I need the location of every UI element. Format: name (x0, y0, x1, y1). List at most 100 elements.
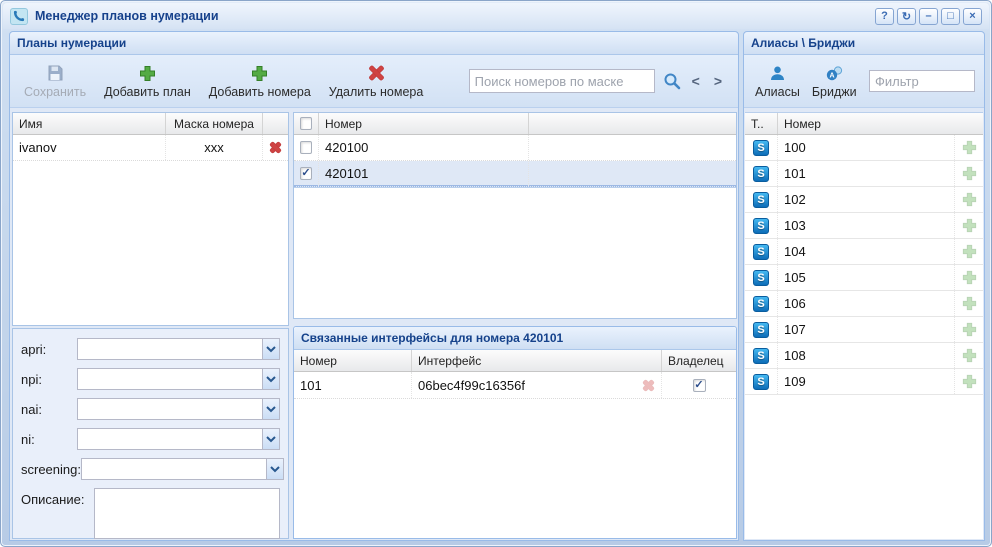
add-alias-icon[interactable] (962, 218, 977, 233)
select-all-checkbox[interactable] (300, 117, 312, 130)
alias-number: 108 (778, 343, 955, 368)
apri-combobox (77, 338, 280, 360)
sip-type-icon: S (753, 374, 769, 390)
owner-checkbox[interactable] (693, 379, 706, 392)
aliases-button[interactable]: Алиасы (749, 61, 806, 102)
window-help-button[interactable]: ? (875, 8, 894, 25)
screening-dropdown-button[interactable] (267, 458, 284, 480)
unlink-interface-icon[interactable] (642, 379, 655, 392)
alias-row[interactable]: S 103 (745, 213, 983, 239)
add-alias-cell (955, 213, 983, 238)
alias-row[interactable]: S 105 (745, 265, 983, 291)
add-alias-icon[interactable] (962, 270, 977, 285)
number-row[interactable]: 420100 (294, 135, 736, 161)
nai-input[interactable] (77, 398, 263, 420)
alias-number: 107 (778, 317, 955, 342)
titlebar: Менеджер планов нумерации ?↻–□× (3, 3, 989, 29)
prev-page-button[interactable]: < (689, 73, 703, 89)
description-textarea[interactable] (94, 488, 280, 539)
window-close-button[interactable]: × (963, 8, 982, 25)
apri-dropdown-button[interactable] (263, 338, 280, 360)
delete-numbers-label: Удалить номера (329, 85, 424, 99)
number-row-filler (529, 161, 736, 186)
add-alias-cell (955, 161, 983, 186)
interfaces-grid-rows: 101 06bec4f99c16356f (294, 372, 736, 399)
number-value: 420100 (319, 135, 529, 160)
alias-row[interactable]: S 102 (745, 187, 983, 213)
column-header-number[interactable]: Номер (319, 113, 529, 134)
filter-input[interactable] (869, 70, 975, 92)
add-plan-label: Добавить план (104, 85, 191, 99)
search-icon[interactable] (663, 72, 681, 90)
sip-type-icon: S (753, 244, 769, 260)
ni-dropdown-button[interactable] (263, 428, 280, 450)
alias-row[interactable]: S 104 (745, 239, 983, 265)
next-page-button[interactable]: > (711, 73, 725, 89)
column-header-name[interactable]: Имя (13, 113, 166, 134)
window-minimize-button[interactable]: – (919, 8, 938, 25)
alias-number: 103 (778, 213, 955, 238)
alias-row[interactable]: S 100 (745, 135, 983, 161)
add-alias-icon[interactable] (962, 244, 977, 259)
column-header-interface[interactable]: Интерфейс (412, 350, 662, 371)
npi-dropdown-button[interactable] (263, 368, 280, 390)
sip-type-icon: S (753, 296, 769, 312)
add-plan-button[interactable]: Добавить план (95, 61, 200, 102)
aliases-grid-header: Т.. Номер (745, 113, 983, 135)
alias-type-cell: S (745, 343, 778, 368)
search-input[interactable] (469, 69, 655, 93)
ni-label: ni: (21, 428, 77, 447)
interface-number: 101 (294, 372, 412, 398)
column-header-number[interactable]: Номер (294, 350, 412, 371)
window-title: Менеджер планов нумерации (35, 9, 219, 23)
bridges-label: Бриджи (812, 85, 857, 99)
interface-id-cell: 06bec4f99c16356f (412, 372, 662, 398)
add-alias-icon[interactable] (962, 140, 977, 155)
bridges-button[interactable]: A Бриджи (806, 61, 863, 102)
save-label: Сохранить (24, 85, 86, 99)
apri-input[interactable] (77, 338, 263, 360)
add-alias-icon[interactable] (962, 192, 977, 207)
column-header-owner[interactable]: Владелец (662, 350, 736, 371)
numbers-grid-rows: 420100 420101 (294, 135, 736, 187)
add-alias-cell (955, 239, 983, 264)
column-header-number[interactable]: Номер (778, 113, 983, 134)
plan-name: ivanov (13, 135, 166, 160)
alias-number: 101 (778, 161, 955, 186)
ni-input[interactable] (77, 428, 263, 450)
add-alias-icon[interactable] (962, 374, 977, 389)
column-header-mask[interactable]: Маска номера (166, 113, 263, 134)
alias-row[interactable]: S 108 (745, 343, 983, 369)
add-alias-icon[interactable] (962, 348, 977, 363)
alias-row[interactable]: S 106 (745, 291, 983, 317)
delete-plan-icon[interactable] (263, 135, 288, 160)
number-checkbox[interactable] (300, 141, 312, 154)
window-maximize-button[interactable]: □ (941, 8, 960, 25)
plan-mask: xxx (166, 135, 263, 160)
nai-combobox (77, 398, 280, 420)
add-alias-icon[interactable] (962, 322, 977, 337)
plans-toolbar: Сохранить Добавить план Добавить номера … (10, 55, 738, 108)
alias-row[interactable]: S 109 (745, 369, 983, 395)
save-button[interactable]: Сохранить (15, 61, 95, 102)
npi-input[interactable] (77, 368, 263, 390)
add-alias-icon[interactable] (962, 166, 977, 181)
plan-row[interactable]: ivanov xxx (13, 135, 288, 161)
number-row[interactable]: 420101 (294, 161, 736, 187)
description-label: Описание: (21, 488, 94, 507)
nai-dropdown-button[interactable] (263, 398, 280, 420)
screening-label: screening: (21, 458, 81, 477)
select-all-cell (294, 113, 319, 134)
delete-numbers-button[interactable]: Удалить номера (320, 61, 433, 102)
add-alias-cell (955, 343, 983, 368)
interface-row[interactable]: 101 06bec4f99c16356f (294, 372, 736, 399)
column-header-type[interactable]: Т.. (745, 113, 778, 134)
window-refresh-button[interactable]: ↻ (897, 8, 916, 25)
number-checkbox[interactable] (300, 167, 312, 180)
alias-row[interactable]: S 107 (745, 317, 983, 343)
add-numbers-button[interactable]: Добавить номера (200, 61, 320, 102)
add-alias-icon[interactable] (962, 296, 977, 311)
aliases-bridges-panel: Алиасы \ Бриджи Алиасы A Бриджи Т.. Номе… (743, 31, 985, 541)
alias-row[interactable]: S 101 (745, 161, 983, 187)
screening-input[interactable] (81, 458, 267, 480)
